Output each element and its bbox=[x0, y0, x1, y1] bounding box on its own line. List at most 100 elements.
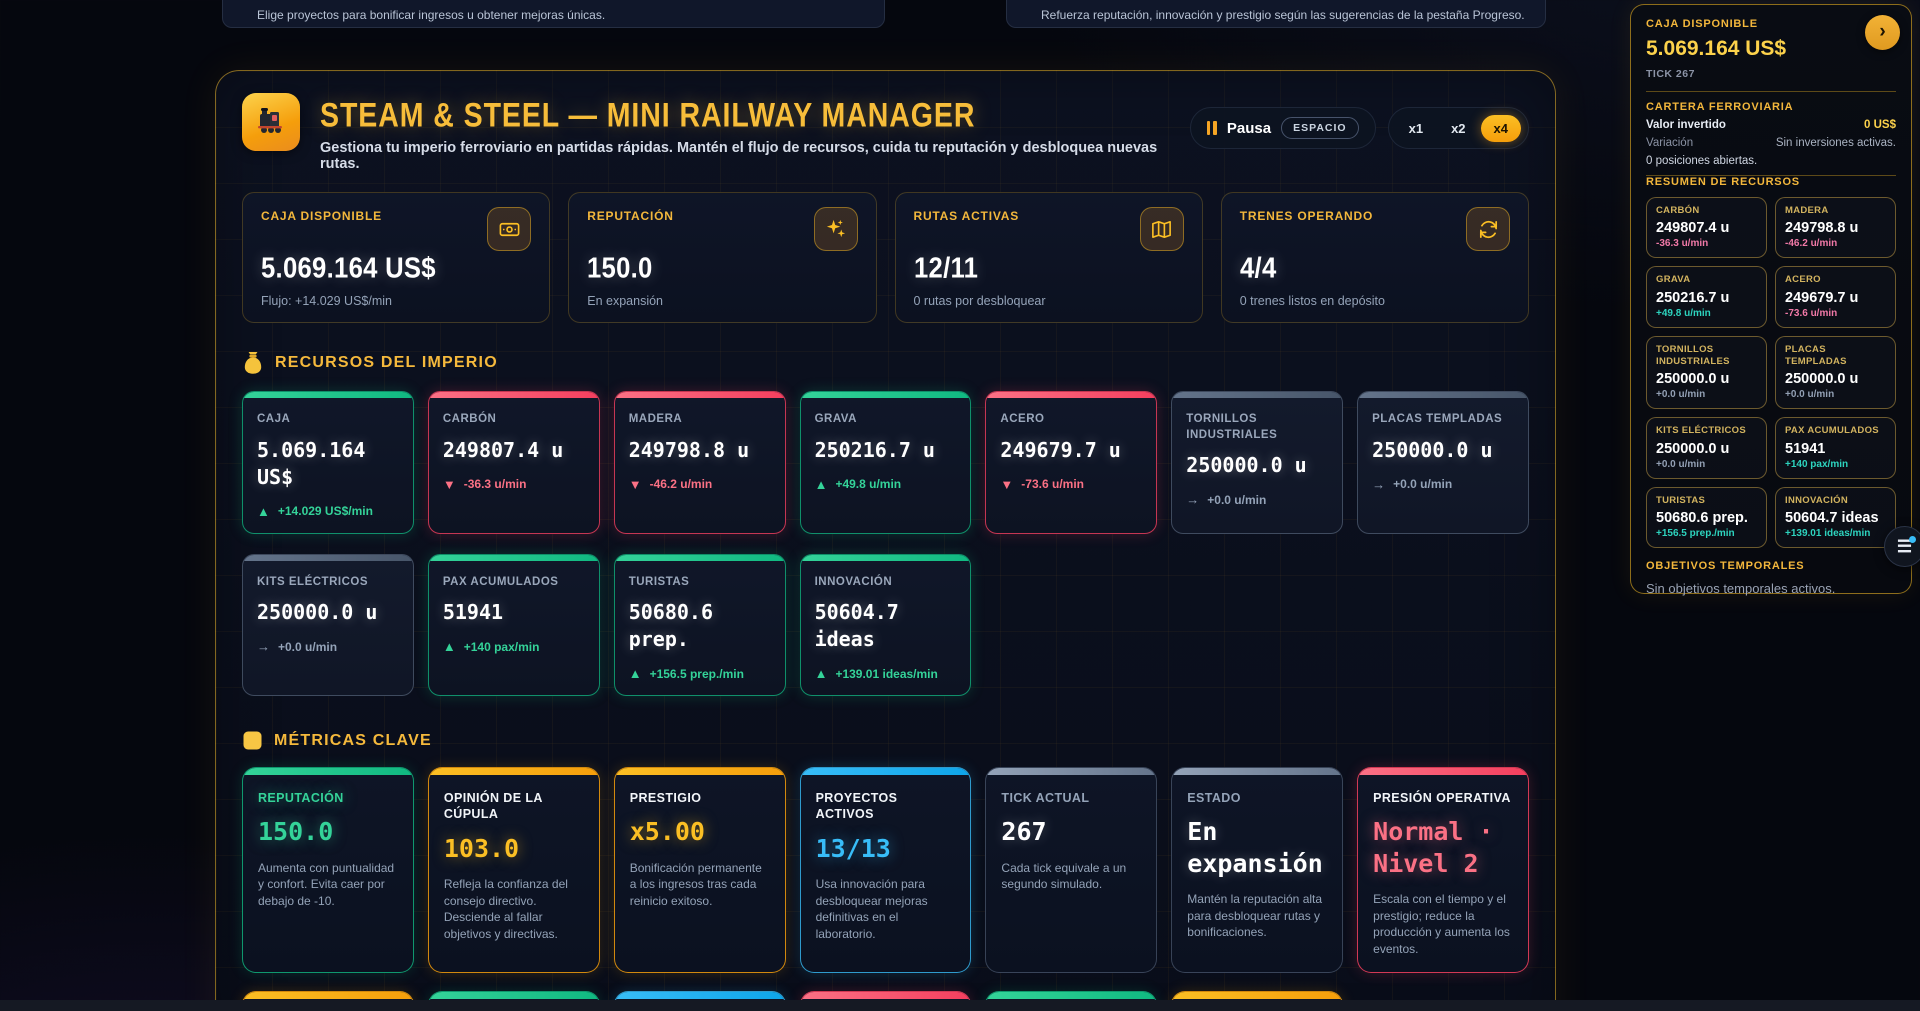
sidebar-resource-pax-acumulados: PAX ACUMULADOS 51941 +140 pax/min bbox=[1775, 417, 1896, 478]
resource-rate: +139.01 ideas/min bbox=[1785, 528, 1886, 539]
resource-card-caja: CAJA 5.069.164 US$ ▲+14.029 US$/min bbox=[242, 391, 414, 534]
resource-card-carbon: CARBÓN 249807.4 u ▼-36.3 u/min bbox=[428, 391, 600, 534]
card-accent-bar bbox=[801, 992, 971, 999]
card-accent-bar bbox=[243, 768, 413, 775]
metric-label: PROYECTOS ACTIVOS bbox=[816, 790, 956, 823]
trend-flat-icon: → bbox=[1186, 492, 1199, 507]
resource-label: TORNILLOS INDUSTRIALES bbox=[1186, 412, 1328, 443]
metric-label: TICK ACTUAL bbox=[1001, 790, 1141, 806]
speed-x1-button[interactable]: x1 bbox=[1396, 115, 1436, 142]
resource-card-pax-acumulados: PAX ACUMULADOS 51941 ▲+140 pax/min bbox=[428, 554, 600, 697]
pause-label: Pausa bbox=[1227, 120, 1271, 137]
metric-label: REPUTACIÓN bbox=[258, 790, 398, 806]
card-accent-bar bbox=[243, 555, 413, 561]
metric-description: Escala con el tiempo y el prestigio; red… bbox=[1373, 891, 1513, 958]
resource-rate: +0.0 u/min bbox=[1785, 389, 1886, 400]
resource-value: 249679.7 u bbox=[1785, 290, 1886, 306]
trend-up-icon: ▲ bbox=[629, 666, 642, 681]
resource-label: KITS ELÉCTRICOS bbox=[1656, 425, 1757, 437]
pause-button[interactable]: Pausa ESPACIO bbox=[1190, 107, 1376, 149]
resource-trend: ▼-46.2 u/min bbox=[629, 477, 771, 492]
resources-summary-grid: CARBÓN 249807.4 u -36.3 u/min MADERA 249… bbox=[1646, 197, 1896, 548]
top-card-right: Refuerza reputación, innovación y presti… bbox=[1006, 0, 1546, 28]
card-accent-bar bbox=[986, 392, 1156, 398]
resource-trend: ▲+49.8 u/min bbox=[815, 477, 957, 492]
sparkles-icon bbox=[814, 207, 858, 251]
resource-value: 249807.4 u bbox=[443, 437, 585, 464]
resource-label: INNOVACIÓN bbox=[815, 575, 957, 591]
resource-value: 250000.0 u bbox=[257, 599, 399, 626]
metrics-section-header: MÉTRICAS CLAVE bbox=[242, 730, 1529, 751]
resource-rate: +0.0 u/min bbox=[1656, 459, 1757, 470]
pause-icon bbox=[1207, 121, 1217, 135]
resource-trend: →+0.0 u/min bbox=[257, 639, 399, 654]
metrics-grid: REPUTACIÓN 150.0 Aumenta con puntualidad… bbox=[242, 767, 1529, 1011]
top-card-left: Elige proyectos para bonificar ingresos … bbox=[222, 0, 885, 28]
card-accent-bar bbox=[429, 768, 599, 775]
resource-value: 250216.7 u bbox=[815, 437, 957, 464]
resource-value: 249807.4 u bbox=[1656, 220, 1757, 236]
sidebar-resource-turistas: TURISTAS 50680.6 prep. +156.5 prep./min bbox=[1646, 487, 1767, 548]
resource-rate: -46.2 u/min bbox=[1785, 238, 1886, 249]
objectives-empty-text: Sin objetivos temporales activos. bbox=[1646, 581, 1896, 596]
card-accent-bar bbox=[1172, 768, 1342, 775]
metric-label: ESTADO bbox=[1187, 790, 1327, 806]
resource-trend: ▲+156.5 prep./min bbox=[629, 666, 771, 681]
resource-card-placas-templadas: PLACAS TEMPLADAS 250000.0 u →+0.0 u/min bbox=[1357, 391, 1529, 534]
card-accent-bar bbox=[615, 992, 785, 999]
stat-card-caja-disponible: CAJA DISPONIBLE 5.069.164 US$ Flujo: +14… bbox=[242, 192, 550, 323]
top-card-left-description: Elige proyectos para bonificar ingresos … bbox=[257, 8, 605, 22]
stat-value: 150.0 bbox=[587, 252, 653, 285]
metric-description: Cada tick equivale a un segundo simulado… bbox=[1001, 860, 1141, 894]
resource-label: PLACAS TEMPLADAS bbox=[1785, 344, 1886, 369]
resource-value: 250216.7 u bbox=[1656, 290, 1757, 306]
card-accent-bar bbox=[429, 555, 599, 561]
metric-description: Refleja la confianza del consejo directi… bbox=[444, 876, 584, 943]
speed-x4-button[interactable]: x4 bbox=[1481, 115, 1521, 142]
resource-value: 249798.8 u bbox=[1785, 220, 1886, 236]
metric-value: 267 bbox=[1001, 816, 1141, 847]
resource-value: 249679.7 u bbox=[1000, 437, 1142, 464]
resource-value: 51941 bbox=[443, 599, 585, 626]
resource-label: PAX ACUMULADOS bbox=[1785, 425, 1886, 437]
metric-label: PRESTIGIO bbox=[630, 790, 770, 806]
metric-card-estado: ESTADO En expansión Mantén la reputación… bbox=[1171, 767, 1343, 973]
game-header: STEAM & STEEL — MINI RAILWAY MANAGER Ges… bbox=[242, 93, 1529, 172]
resources-summary-title: RESUMEN DE RECURSOS bbox=[1646, 176, 1896, 188]
resource-label: ACERO bbox=[1000, 412, 1142, 428]
chevron-right-icon: › bbox=[1879, 21, 1885, 43]
banknote-icon bbox=[487, 207, 531, 251]
top-card-right-description: Refuerza reputación, innovación y presti… bbox=[1041, 8, 1525, 22]
metric-card-tick-actual: TICK ACTUAL 267 Cada tick equivale a un … bbox=[985, 767, 1157, 973]
card-accent-bar bbox=[615, 392, 785, 398]
metric-description: Usa innovación para desbloquear mejoras … bbox=[816, 876, 956, 943]
resource-trend: ▲+139.01 ideas/min bbox=[815, 666, 957, 681]
metric-description: Bonificación permanente a los ingresos t… bbox=[630, 860, 770, 910]
money-bag-icon bbox=[242, 351, 264, 375]
resource-value: 250000.0 u bbox=[1785, 371, 1886, 387]
objectives-list-button[interactable]: ☰ bbox=[1884, 526, 1920, 567]
resource-value: 250000.0 u bbox=[1656, 441, 1757, 457]
resource-trend: ▲+140 pax/min bbox=[443, 639, 585, 654]
card-accent-bar bbox=[801, 555, 971, 561]
stat-card-row: CAJA DISPONIBLE 5.069.164 US$ Flujo: +14… bbox=[242, 192, 1529, 323]
resource-rate: +0.0 u/min bbox=[1656, 389, 1757, 400]
pause-hotkey-badge: ESPACIO bbox=[1281, 117, 1358, 139]
card-accent-bar bbox=[1172, 392, 1342, 398]
sidebar-resource-madera: MADERA 249798.8 u -46.2 u/min bbox=[1775, 197, 1896, 258]
sidebar-tick: TICK 267 bbox=[1646, 68, 1896, 80]
resource-label: PLACAS TEMPLADAS bbox=[1372, 412, 1514, 428]
resource-value: 249798.8 u bbox=[629, 437, 771, 464]
resource-label: MADERA bbox=[1785, 205, 1886, 217]
metric-label: OPINIÓN DE LA CÚPULA bbox=[444, 790, 584, 823]
resource-value: 250000.0 u bbox=[1656, 371, 1757, 387]
speed-x2-button[interactable]: x2 bbox=[1438, 115, 1478, 142]
stat-value: 5.069.164 US$ bbox=[261, 252, 436, 285]
resource-value: 250000.0 u bbox=[1372, 437, 1514, 464]
card-accent-bar bbox=[1358, 392, 1528, 398]
bottom-edge-strip bbox=[0, 1000, 1920, 1011]
sidebar-collapse-button[interactable]: › bbox=[1865, 15, 1900, 50]
resource-label: ACERO bbox=[1785, 274, 1886, 286]
card-accent-bar bbox=[801, 768, 971, 775]
metric-card-prestigio: PRESTIGIO x5.00 Bonificación permanente … bbox=[614, 767, 786, 973]
